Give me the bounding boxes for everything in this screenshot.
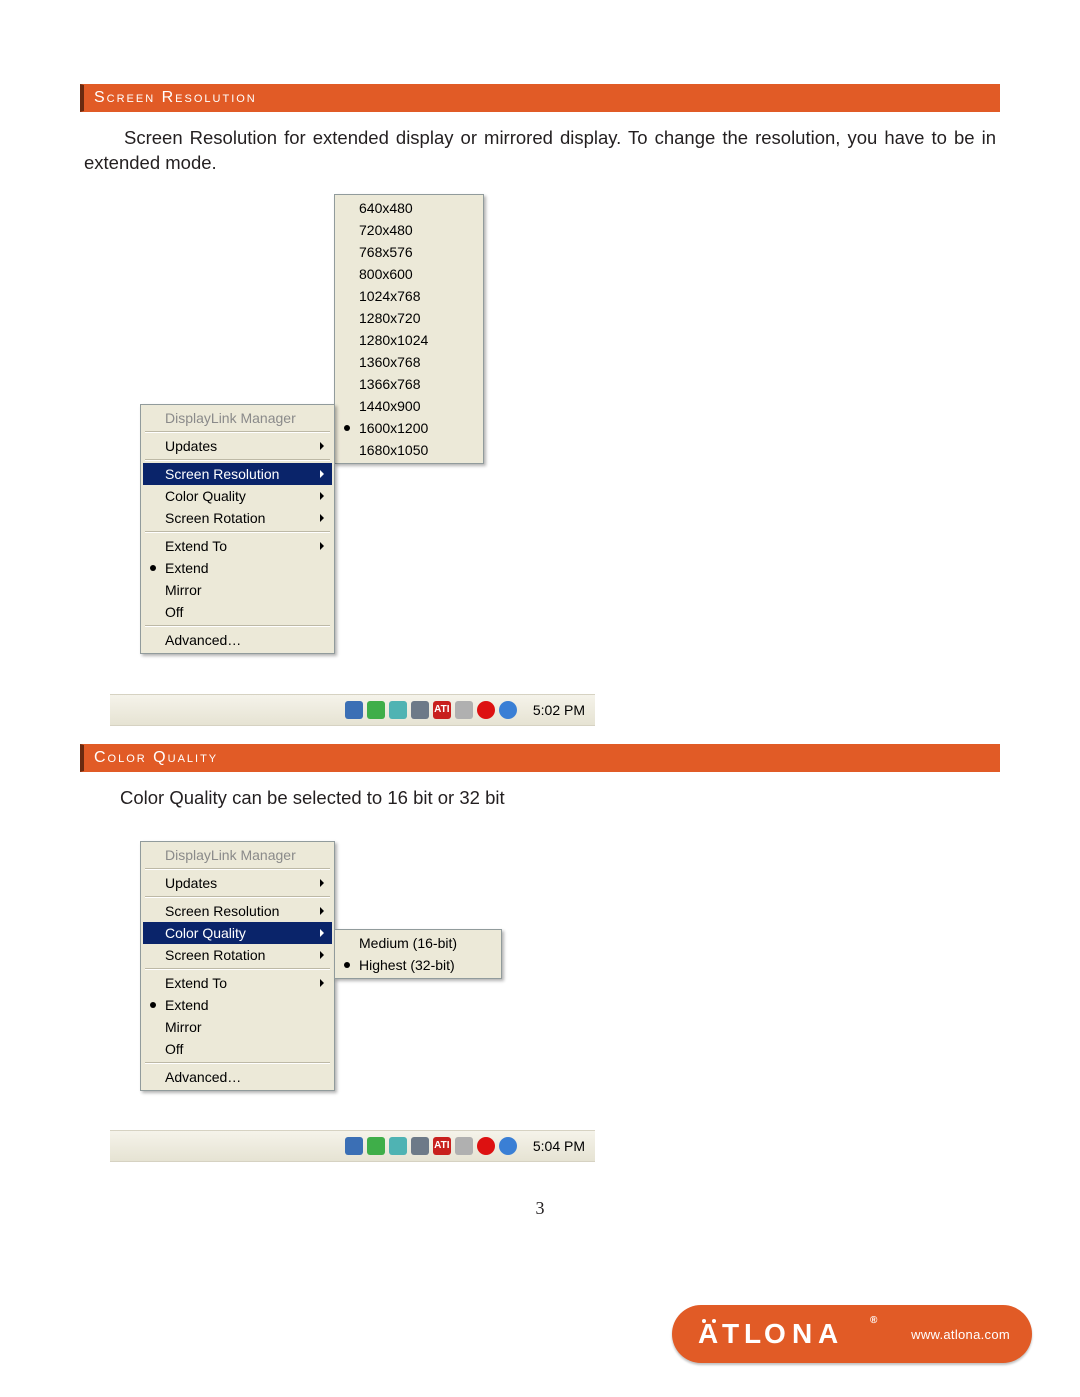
menu-separator (145, 868, 330, 870)
resolution-option[interactable]: 1360x768 (337, 351, 481, 373)
menu-item-color-quality[interactable]: Color Quality (143, 922, 332, 944)
tray-silver-icon[interactable] (455, 1137, 473, 1155)
menu-item-screen-rotation[interactable]: Screen Rotation (143, 507, 332, 529)
menu-item-advanced[interactable]: Advanced… (143, 629, 332, 651)
tray-red-ball-icon[interactable] (477, 1137, 495, 1155)
menu-separator (145, 896, 330, 898)
submenu-arrow-icon (320, 951, 324, 959)
menu-item-color-quality[interactable]: Color Quality (143, 485, 332, 507)
section-header-screen-resolution: Screen Resolution (80, 84, 1000, 112)
screenshot-color-quality: DisplayLink Manager Updates Screen Resolu… (140, 841, 660, 1161)
color-quality-option[interactable]: Highest (32-bit) (337, 954, 499, 976)
tray-msn-icon[interactable] (411, 701, 429, 719)
tray-green-icon[interactable] (367, 1137, 385, 1155)
submenu-arrow-icon (320, 907, 324, 915)
system-tray-icons: ATI (345, 701, 517, 719)
tray-silver-icon[interactable] (455, 701, 473, 719)
radio-bullet-icon (150, 1002, 156, 1008)
resolution-option[interactable]: 1600x1200 (337, 417, 481, 439)
svg-text:O: O (764, 1318, 792, 1349)
menu-item-mirror[interactable]: Mirror (143, 1016, 332, 1038)
menu-item-mirror[interactable]: Mirror (143, 579, 332, 601)
submenu-arrow-icon (320, 442, 324, 450)
tray-flag-icon[interactable] (345, 1137, 363, 1155)
taskbar-clock-1: 5:02 PM (527, 702, 585, 718)
taskbar-1: ATI 5:02 PM (110, 694, 595, 726)
resolution-option[interactable]: 1024x768 (337, 285, 481, 307)
resolution-option[interactable]: 768x576 (337, 241, 481, 263)
resolution-option[interactable]: 1680x1050 (337, 439, 481, 461)
menu-separator (145, 431, 330, 433)
tray-teal-icon[interactable] (389, 701, 407, 719)
submenu-arrow-icon (320, 879, 324, 887)
resolution-option[interactable]: 800x600 (337, 263, 481, 285)
resolution-option[interactable]: 640x480 (337, 197, 481, 219)
tray-globe-icon[interactable] (499, 1137, 517, 1155)
footer: A T L O N A ® www.atlona.com (0, 1305, 1080, 1363)
menu-item-off[interactable]: Off (143, 601, 332, 623)
radio-bullet-icon (344, 425, 350, 431)
menu-item-screen-rotation[interactable]: Screen Rotation (143, 944, 332, 966)
resolution-option[interactable]: 1280x720 (337, 307, 481, 329)
section1-paragraph: Screen Resolution for extended display o… (80, 126, 1000, 176)
menu-title: DisplayLink Manager (143, 844, 332, 866)
svg-text:A: A (818, 1318, 844, 1349)
radio-bullet-icon (150, 565, 156, 571)
menu-item-extend-to[interactable]: Extend To (143, 972, 332, 994)
tray-msn-icon[interactable] (411, 1137, 429, 1155)
menu-separator (145, 968, 330, 970)
tray-ati-icon[interactable]: ATI (433, 701, 451, 719)
tray-teal-icon[interactable] (389, 1137, 407, 1155)
footer-url: www.atlona.com (911, 1327, 1010, 1342)
submenu-arrow-icon (320, 470, 324, 478)
submenu-arrow-icon (320, 514, 324, 522)
brand-logo: A T L O N A ® (698, 1317, 881, 1351)
resolution-option[interactable]: 1280x1024 (337, 329, 481, 351)
color-quality-submenu[interactable]: Medium (16-bit)Highest (32-bit) (334, 929, 502, 979)
svg-text:A: A (698, 1318, 724, 1349)
tray-flag-icon[interactable] (345, 701, 363, 719)
displaylink-context-menu-2[interactable]: DisplayLink Manager Updates Screen Resolu… (140, 841, 335, 1091)
menu-separator (145, 459, 330, 461)
resolution-submenu[interactable]: 640x480720x480768x576800x6001024x7681280… (334, 194, 484, 464)
menu-item-advanced[interactable]: Advanced… (143, 1066, 332, 1088)
menu-separator (145, 625, 330, 627)
menu-item-extend-to[interactable]: Extend To (143, 535, 332, 557)
tray-red-ball-icon[interactable] (477, 701, 495, 719)
color-quality-option[interactable]: Medium (16-bit) (337, 932, 499, 954)
menu-item-extend[interactable]: Extend (143, 557, 332, 579)
submenu-arrow-icon (320, 492, 324, 500)
displaylink-context-menu-1[interactable]: DisplayLink Manager Updates Screen Resolu… (140, 404, 335, 654)
tray-green-icon[interactable] (367, 701, 385, 719)
menu-separator (145, 531, 330, 533)
resolution-option[interactable]: 720x480 (337, 219, 481, 241)
tray-globe-icon[interactable] (499, 701, 517, 719)
menu-item-updates[interactable]: Updates (143, 435, 332, 457)
menu-item-screen-resolution[interactable]: Screen Resolution (143, 900, 332, 922)
svg-text:T: T (722, 1318, 745, 1349)
submenu-arrow-icon (320, 929, 324, 937)
resolution-option[interactable]: 1366x768 (337, 373, 481, 395)
taskbar-2: ATI 5:04 PM (110, 1130, 595, 1162)
menu-item-extend[interactable]: Extend (143, 994, 332, 1016)
section2-paragraph: Color Quality can be selected to 16 bit … (80, 786, 1000, 811)
section-header-color-quality: Color Quality (80, 744, 1000, 772)
page-number: 3 (0, 1198, 1080, 1219)
submenu-arrow-icon (320, 542, 324, 550)
screenshot-screen-resolution: 640x480720x480768x576800x6001024x7681280… (140, 194, 660, 724)
radio-bullet-icon (344, 962, 350, 968)
tray-ati-icon[interactable]: ATI (433, 1137, 451, 1155)
menu-separator (145, 1062, 330, 1064)
menu-item-updates[interactable]: Updates (143, 872, 332, 894)
menu-title: DisplayLink Manager (143, 407, 332, 429)
submenu-arrow-icon (320, 979, 324, 987)
taskbar-clock-2: 5:04 PM (527, 1138, 585, 1154)
footer-pill: A T L O N A ® www.atlona.com (672, 1305, 1032, 1363)
registered-mark-icon: ® (870, 1315, 883, 1326)
menu-item-screen-resolution[interactable]: Screen Resolution (143, 463, 332, 485)
resolution-option[interactable]: 1440x900 (337, 395, 481, 417)
system-tray-icons: ATI (345, 1137, 517, 1155)
svg-text:N: N (792, 1318, 818, 1349)
menu-item-off[interactable]: Off (143, 1038, 332, 1060)
